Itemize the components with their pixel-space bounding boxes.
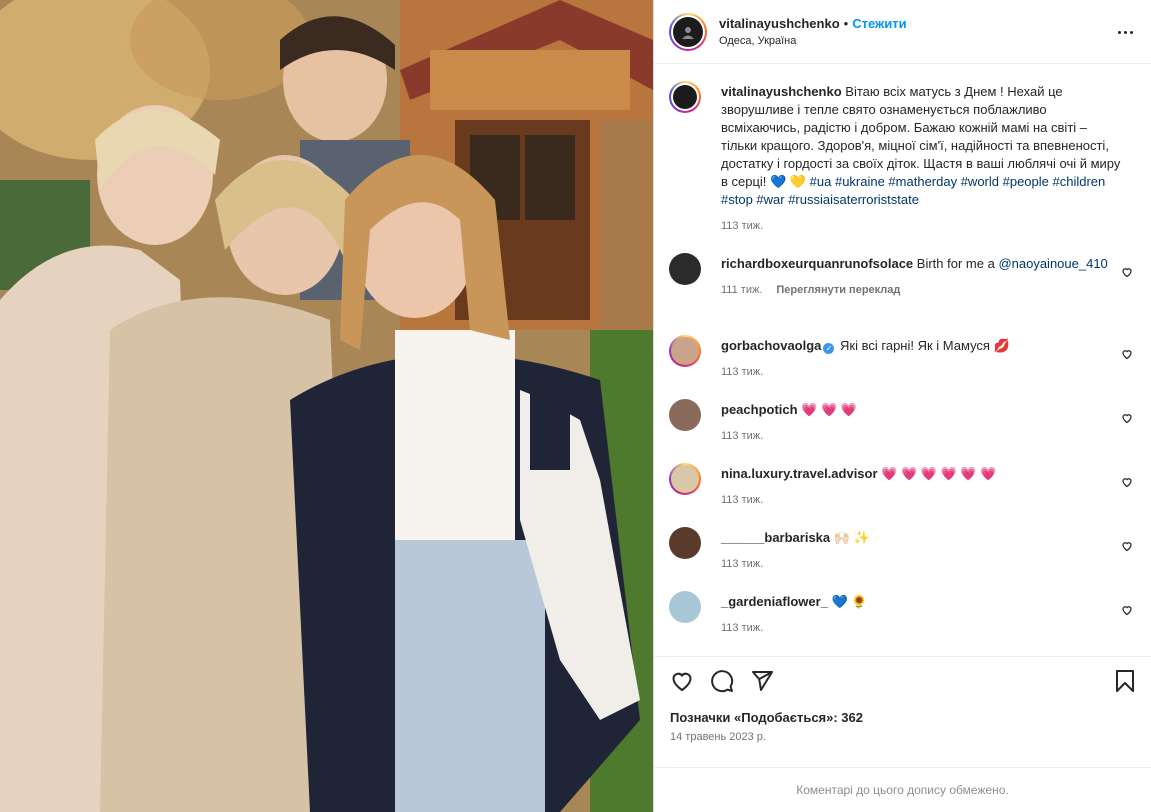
like-comment-icon[interactable] — [1121, 604, 1133, 616]
verified-badge-icon: ✓ — [823, 343, 835, 354]
like-comment-icon[interactable] — [1121, 266, 1133, 278]
comment-username[interactable]: ______barbariska — [721, 530, 830, 545]
comment-text: 💗 💗 💗 — [801, 402, 857, 417]
comment-username[interactable]: richardboxeurquanrunofsolace — [721, 256, 913, 271]
caption-time[interactable]: 113 тиж. — [721, 217, 763, 235]
comment-text: Birth for me a — [916, 256, 995, 271]
comment-username[interactable]: peachpotich — [721, 402, 798, 417]
see-translation-button[interactable]: Переглянути переклад — [776, 281, 900, 299]
like-comment-icon[interactable] — [1121, 476, 1133, 488]
bookmark-icon[interactable] — [1113, 669, 1137, 693]
comment-time[interactable]: 113 тиж. — [721, 555, 763, 573]
comment-mention[interactable]: @naoyainoue_410 — [998, 256, 1107, 271]
comment-time[interactable]: 113 тиж. — [721, 491, 763, 509]
commenter-avatar[interactable] — [669, 335, 701, 367]
commenter-avatar[interactable] — [669, 253, 701, 285]
more-options-icon[interactable] — [1115, 22, 1135, 42]
separator-dot: • — [843, 16, 849, 31]
commenter-avatar[interactable] — [669, 399, 701, 431]
share-icon[interactable] — [750, 669, 774, 693]
commenter-avatar[interactable] — [669, 527, 701, 559]
avatar-image — [673, 16, 703, 47]
comment-icon[interactable] — [710, 669, 734, 693]
comment-username[interactable]: _gardeniaflower_ — [721, 594, 828, 609]
comment-text: 💗 💗 💗 💗 💗 💗 — [881, 466, 997, 481]
like-comment-icon[interactable] — [1121, 540, 1133, 552]
follow-button[interactable]: Стежити — [852, 16, 906, 31]
comment-time[interactable]: 113 тиж. — [721, 427, 763, 445]
family-photo-illustration — [0, 0, 653, 812]
actions-bar: Позначки «Подобається»: 362 14 травень 2… — [654, 656, 1151, 812]
commenter-avatar[interactable] — [669, 591, 701, 623]
comment-username[interactable]: gorbachovaolga — [721, 338, 821, 353]
likes-count[interactable]: Позначки «Подобається»: 362 — [670, 710, 863, 725]
heart-icon[interactable] — [670, 669, 694, 693]
like-comment-icon[interactable] — [1121, 348, 1133, 360]
comments-section: vitalinayushchenko Вітаю всіх матусь з Д… — [654, 65, 1151, 655]
comment-text: 💙 🌻 — [831, 594, 868, 609]
caption-username[interactable]: vitalinayushchenko — [721, 84, 842, 99]
comments-limited-notice: Коментарі до цього допису обмежено. — [654, 767, 1151, 812]
post-date[interactable]: 14 травень 2023 р. — [670, 731, 766, 743]
comment-time[interactable]: 113 тиж. — [721, 619, 763, 637]
post-panel: vitalinayushchenko • Стежити Одеса, Укра… — [654, 0, 1151, 812]
post-location[interactable]: Одеса, Україна — [719, 35, 907, 47]
author-username[interactable]: vitalinayushchenko — [719, 16, 840, 31]
comment-time[interactable]: 111 тиж. — [721, 281, 762, 299]
like-comment-icon[interactable] — [1121, 412, 1133, 424]
comment-text: Які всі гарні! Як і Мамуся 💋 — [840, 338, 1010, 353]
caption-avatar[interactable] — [669, 81, 701, 113]
comment-username[interactable]: nina.luxury.travel.advisor — [721, 466, 878, 481]
comment-time[interactable]: 113 тиж. — [721, 363, 763, 381]
commenter-avatar[interactable] — [669, 463, 701, 495]
author-avatar[interactable] — [669, 12, 707, 51]
post-photo[interactable] — [0, 0, 653, 812]
comment-text: 🙌🏻 ✨ — [833, 530, 870, 545]
post-header: vitalinayushchenko • Стежити Одеса, Укра… — [654, 0, 1151, 64]
